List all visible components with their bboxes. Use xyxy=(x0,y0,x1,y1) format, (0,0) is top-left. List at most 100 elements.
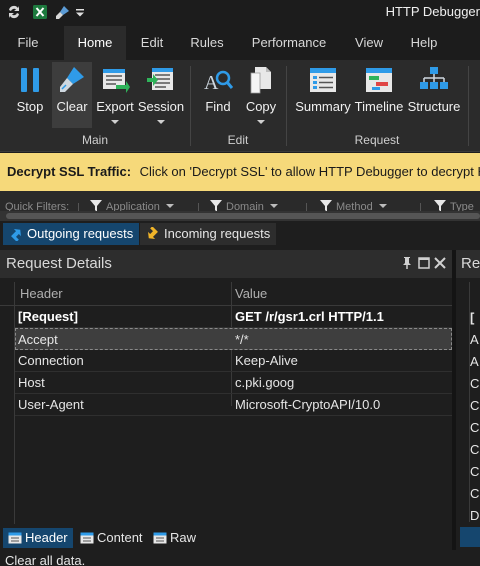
response-row[interactable]: C xyxy=(470,442,479,464)
brush-icon[interactable] xyxy=(55,4,71,20)
clear-brush-icon xyxy=(60,67,84,92)
copy-dropdown-caret[interactable] xyxy=(257,120,265,124)
export-label: Export xyxy=(96,99,134,114)
find-icon: A xyxy=(204,70,233,94)
group-label-edit: Edit xyxy=(227,133,249,147)
structure-icon xyxy=(420,67,448,89)
response-row[interactable]: A xyxy=(470,354,479,376)
structure-button[interactable]: Structure xyxy=(406,62,462,128)
tab-content[interactable]: Content xyxy=(75,528,148,548)
group-separator xyxy=(468,66,469,146)
tab-raw[interactable]: Raw xyxy=(148,528,201,548)
copy-button[interactable]: Copy xyxy=(242,62,280,128)
response-row[interactable]: C xyxy=(470,464,479,486)
export-button[interactable]: Export xyxy=(95,62,135,128)
session-button[interactable]: Session xyxy=(137,62,185,128)
tab-help[interactable]: Help xyxy=(403,26,445,60)
summary-label: Summary xyxy=(295,99,351,114)
group-label-main: Main xyxy=(81,133,108,147)
chevron-down-icon xyxy=(165,204,174,208)
table-icon xyxy=(153,532,167,544)
menu-bar: File Home Edit Rules Performance View He… xyxy=(0,26,480,60)
table-row[interactable]: Accept */* xyxy=(15,328,452,350)
session-label: Session xyxy=(137,99,185,114)
row-header-cell: [Request] xyxy=(18,309,78,324)
direction-tabs: Outgoing requests Incoming requests xyxy=(0,221,480,247)
response-panel-header: Re xyxy=(456,250,480,278)
tab-header[interactable]: Header xyxy=(3,528,73,548)
tab-performance[interactable]: Performance xyxy=(243,26,335,60)
column-header-header[interactable]: Header xyxy=(20,286,63,301)
table-row[interactable]: Host c.pki.goog xyxy=(15,372,452,394)
timeline-button[interactable]: Timeline xyxy=(354,62,404,128)
stop-label: Stop xyxy=(16,99,44,114)
outgoing-requests-label: Outgoing requests xyxy=(27,226,134,241)
maximize-icon[interactable] xyxy=(417,256,431,270)
horizontal-scrollbar[interactable] xyxy=(0,211,480,221)
row-value-cell: */* xyxy=(235,332,249,347)
close-icon[interactable] xyxy=(433,256,447,270)
group-label-request: Request xyxy=(354,133,400,147)
response-panel-title: Re xyxy=(461,255,480,272)
table-icon xyxy=(80,532,94,544)
status-bar: Clear all data. xyxy=(0,550,480,566)
panel-header: Request Details xyxy=(0,250,452,278)
stop-button[interactable]: Stop xyxy=(12,62,48,128)
chevron-down-icon xyxy=(378,204,387,208)
column-header-value[interactable]: Value xyxy=(235,286,267,301)
excel-icon[interactable] xyxy=(32,4,48,20)
structure-label: Structure xyxy=(407,99,461,114)
pause-icon xyxy=(21,68,39,92)
tab-rules[interactable]: Rules xyxy=(183,26,231,60)
response-row[interactable]: C xyxy=(470,420,479,442)
response-details-panel: Re [ A A C C C C C C D xyxy=(452,250,480,550)
summary-button[interactable]: Summary xyxy=(294,62,352,128)
pin-icon[interactable] xyxy=(400,256,414,270)
export-icon xyxy=(103,69,130,93)
row-header-cell: Connection xyxy=(18,353,84,368)
tab-incoming-requests[interactable]: Incoming requests xyxy=(140,223,277,245)
outgoing-icon xyxy=(11,229,21,241)
row-header-cell: Accept xyxy=(18,332,58,347)
table-row[interactable]: [Request] GET /r/gsr1.crl HTTP/1.1 xyxy=(15,306,452,328)
response-tab[interactable] xyxy=(460,527,480,547)
row-value-cell: Keep-Alive xyxy=(235,353,298,368)
row-gutter-border xyxy=(456,282,470,522)
tab-edit[interactable]: Edit xyxy=(131,26,173,60)
summary-icon xyxy=(310,68,336,92)
app-title: HTTP Debugger xyxy=(385,4,480,19)
sync-icon[interactable] xyxy=(6,4,22,20)
response-row[interactable]: C xyxy=(470,486,479,508)
panel-title: Request Details xyxy=(6,255,112,272)
tab-raw-label: Raw xyxy=(170,530,197,545)
tab-home[interactable]: Home xyxy=(64,26,126,60)
status-text: Clear all data. xyxy=(5,553,86,566)
customize-dropdown-icon[interactable] xyxy=(72,4,88,20)
title-bar: HTTP Debugger xyxy=(0,0,480,26)
chevron-down-icon xyxy=(269,204,278,208)
clear-button[interactable]: Clear xyxy=(52,62,92,128)
decrypt-ssl-banner[interactable]: Decrypt SSL Traffic: Click on 'Decrypt S… xyxy=(0,153,480,191)
table-row[interactable]: User-Agent Microsoft-CryptoAPI/10.0 xyxy=(15,394,452,416)
find-button[interactable]: A Find xyxy=(200,62,236,128)
copy-icon xyxy=(250,67,271,94)
session-icon xyxy=(147,68,173,90)
tab-file[interactable]: File xyxy=(6,26,50,60)
request-details-panel: Request Details Header Value [Request] G… xyxy=(0,250,452,550)
session-dropdown-caret[interactable] xyxy=(157,120,165,124)
banner-title: Decrypt SSL Traffic: xyxy=(7,164,132,179)
response-row[interactable]: A xyxy=(470,332,479,354)
row-header-cell: Host xyxy=(18,375,45,390)
tab-view[interactable]: View xyxy=(347,26,391,60)
details-view-tabs: Header Content Raw xyxy=(0,527,452,549)
tab-outgoing-requests[interactable]: Outgoing requests xyxy=(3,223,140,245)
response-row[interactable]: C xyxy=(470,398,479,420)
scrollbar-thumb[interactable] xyxy=(6,213,480,219)
table-row[interactable]: Connection Keep-Alive xyxy=(15,350,452,372)
banner-message: Click on 'Decrypt SSL' to allow HTTP Deb… xyxy=(139,164,480,179)
row-value-cell: c.pki.goog xyxy=(235,375,295,390)
response-row[interactable]: [ xyxy=(470,310,474,332)
response-row[interactable]: C xyxy=(470,376,479,398)
export-dropdown-caret[interactable] xyxy=(111,120,119,124)
tab-header-label: Header xyxy=(25,530,68,545)
